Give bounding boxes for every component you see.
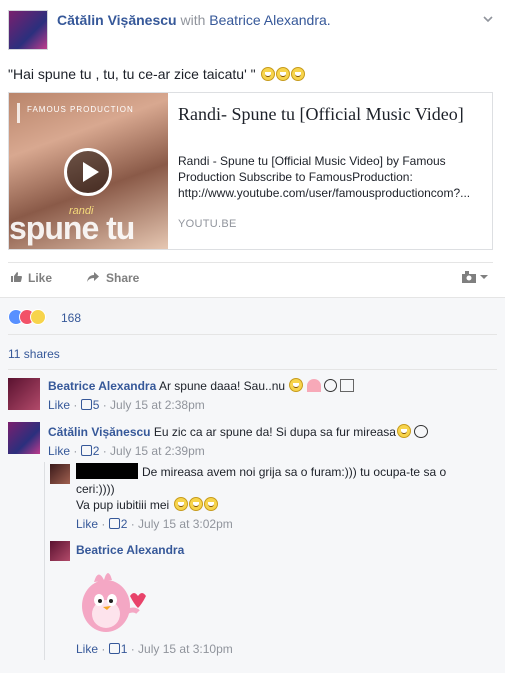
reply-like-count[interactable]: 1	[121, 642, 128, 656]
reply-text-line: ceri:))))	[76, 482, 115, 496]
reply-text: Va pup iubitiii mei	[76, 498, 170, 512]
comment-like-count[interactable]: 2	[93, 444, 100, 458]
comment-meta: Like · 5 · July 15 at 2:38pm	[48, 398, 205, 412]
comment-time[interactable]: July 15 at 2:39pm	[110, 444, 205, 458]
commenter-avatar[interactable]	[8, 378, 40, 410]
action-bar: Like Share	[8, 262, 493, 292]
reply-text-line: Va pup iubitiii mei	[76, 497, 218, 513]
thumb-up-icon	[80, 399, 92, 410]
grin-emoji-icon	[290, 67, 305, 81]
reply-text-line: De mireasa avem noi grija sa o furam:)))…	[142, 465, 447, 479]
audience-icon[interactable]	[461, 269, 489, 285]
comment-time[interactable]: July 15 at 2:38pm	[110, 398, 205, 412]
reply-time[interactable]: July 15 at 3:02pm	[138, 517, 233, 531]
face-emoji-icon	[324, 379, 338, 392]
comment-author[interactable]: Cătălin Vișănescu	[48, 425, 151, 439]
commenter-avatar[interactable]	[8, 422, 40, 454]
grin-emoji-icon	[275, 67, 290, 81]
comment-like-button[interactable]: Like	[48, 398, 70, 412]
video-thumbnail[interactable]: FAMOUS PRODUCTION randi spune tu	[9, 93, 168, 249]
reply-meta: Like · 1 · July 15 at 3:10pm	[76, 642, 233, 656]
like-button[interactable]: Like	[10, 271, 52, 285]
chevron-down-icon[interactable]	[481, 12, 495, 26]
reply-time[interactable]: July 15 at 3:10pm	[138, 642, 233, 656]
grin-emoji-icon	[260, 67, 275, 81]
status-text: "Hai spune tu , tu, tu ce-ar zice taicat…	[8, 66, 256, 82]
grin-emoji-icon	[289, 378, 304, 392]
divider	[8, 334, 497, 335]
link-title[interactable]: Randi- Spune tu [Official Music Video]	[178, 103, 483, 126]
comment-like-button[interactable]: Like	[48, 444, 70, 458]
sticker-bird	[82, 573, 146, 632]
author-name[interactable]: Cătălin Vișănescu	[57, 12, 177, 28]
author-avatar[interactable]	[8, 10, 48, 50]
post-header: Cătălin Vișănescu with Beatrice Alexandr…	[57, 12, 331, 28]
with-label: with	[180, 12, 206, 28]
grin-emoji-icon	[396, 424, 411, 438]
play-icon[interactable]	[64, 148, 112, 196]
reaction-haha-icon	[30, 309, 46, 325]
like-icon	[11, 272, 22, 282]
kiss-emoji-icon	[188, 497, 203, 511]
like-label: Like	[28, 271, 53, 285]
share-icon	[87, 272, 99, 282]
kiss-emoji-icon	[203, 497, 218, 511]
thumbnail-logo-text: FAMOUS PRODUCTION	[27, 105, 134, 114]
comment-text: Eu zic ca ar spune da! Si dupa sa fur mi…	[153, 425, 396, 439]
link-description: Randi - Spune tu [Official Music Video] …	[178, 154, 471, 200]
comment-text: Ar spune daaa! Sau..nu	[158, 379, 286, 393]
tagged-user[interactable]: Beatrice Alexandra.	[209, 12, 330, 28]
reply-avatar[interactable]	[50, 464, 70, 484]
comment-author[interactable]: Beatrice Alexandra	[48, 379, 156, 393]
share-label: Share	[106, 271, 140, 285]
thumb-up-icon	[80, 445, 92, 456]
reply-like-button[interactable]: Like	[76, 642, 98, 656]
reply-meta: Like · 2 · July 15 at 3:02pm	[76, 517, 233, 531]
thumb-up-icon	[108, 518, 120, 529]
reply-like-count[interactable]: 2	[121, 517, 128, 531]
comment-meta: Like · 2 · July 15 at 2:39pm	[48, 444, 205, 458]
post-status: "Hai spune tu , tu, tu ce-ar zice taicat…	[8, 66, 305, 82]
reply-like-button[interactable]: Like	[76, 517, 98, 531]
share-button[interactable]: Share	[86, 271, 139, 285]
reply-author-line: Beatrice Alexandra	[76, 542, 184, 558]
thumb-up-icon	[108, 643, 120, 654]
thumbnail-big-text: spune tu	[9, 210, 135, 246]
shares-link[interactable]: 11 shares	[8, 347, 60, 361]
reaction-count[interactable]: 168	[61, 311, 81, 325]
reply-avatar[interactable]	[50, 541, 70, 561]
link-domain: YOUTU.BE	[178, 218, 237, 230]
comment: Cătălin Vișănescu Eu zic ca ar spune da!…	[48, 424, 429, 440]
devil-emoji-icon	[414, 425, 429, 438]
heart-emoji-icon	[306, 379, 321, 392]
kiss-emoji-icon	[173, 497, 188, 511]
redacted-name	[76, 463, 138, 479]
reply-thread-line	[44, 462, 45, 660]
link-preview-card[interactable]: FAMOUS PRODUCTION randi spune tu Randi- …	[8, 92, 493, 250]
divider	[8, 369, 497, 370]
gif-emoji-icon	[340, 379, 355, 392]
comment: Beatrice Alexandra Ar spune daaa! Sau..n…	[48, 378, 355, 394]
reply-author[interactable]: Beatrice Alexandra	[76, 543, 184, 557]
comment-like-count[interactable]: 5	[93, 398, 100, 412]
